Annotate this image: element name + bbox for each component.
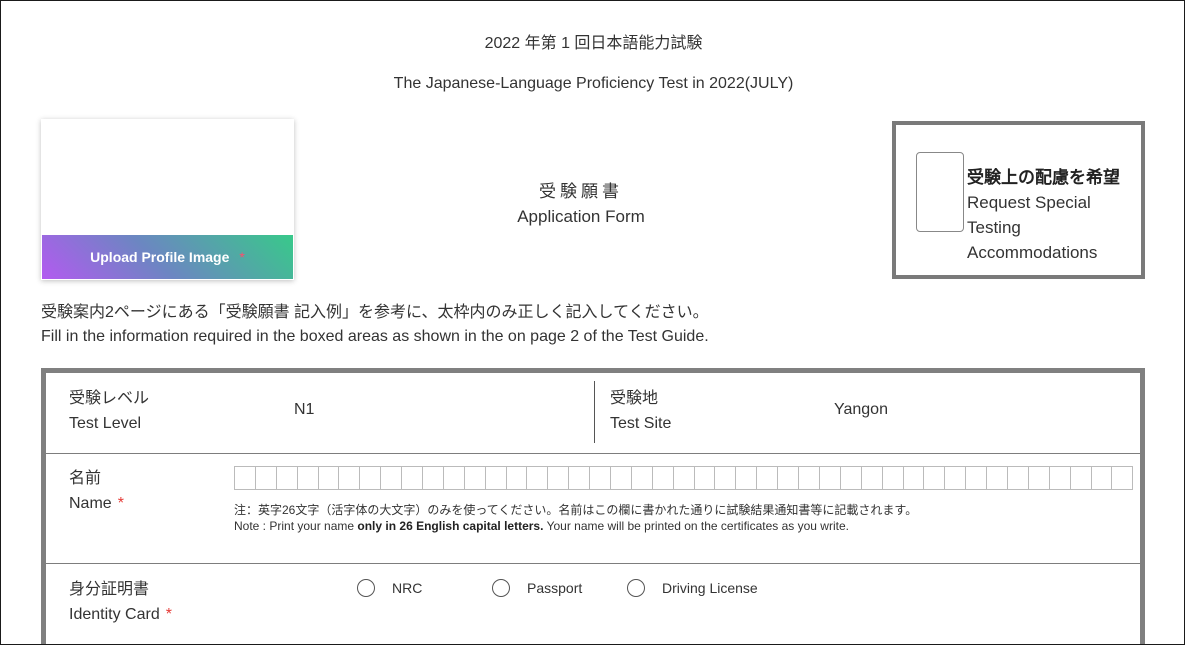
name-char-cell[interactable] bbox=[966, 467, 988, 489]
name-char-cell[interactable] bbox=[443, 467, 465, 489]
accommodations-label-jp: 受験上の配慮を希望 bbox=[967, 168, 1120, 187]
name-char-cell[interactable] bbox=[569, 467, 591, 489]
name-char-cell[interactable] bbox=[590, 467, 612, 489]
name-label: 名前 Name * bbox=[69, 466, 124, 516]
name-char-cell[interactable] bbox=[924, 467, 946, 489]
required-mark: * bbox=[165, 606, 172, 623]
name-note-en-prefix: Note : Print your name bbox=[234, 519, 358, 533]
identity-label-jp: 身分証明書 bbox=[69, 581, 150, 598]
name-char-cell[interactable] bbox=[402, 467, 424, 489]
name-char-cell[interactable] bbox=[423, 467, 444, 489]
name-char-cell[interactable] bbox=[1070, 467, 1092, 489]
upload-profile-image-button[interactable]: Upload Profile Image * bbox=[42, 235, 293, 279]
name-note-en: Note : Print your name only in 26 Englis… bbox=[234, 519, 849, 533]
name-char-cell[interactable] bbox=[799, 467, 820, 489]
name-char-cell[interactable] bbox=[882, 467, 904, 489]
accommodations-label-en-2: Testing bbox=[967, 218, 1021, 237]
name-char-cell[interactable] bbox=[611, 467, 632, 489]
identity-option-passport[interactable]: Passport bbox=[492, 579, 582, 597]
name-label-jp: 名前 bbox=[69, 470, 102, 487]
test-level-value: N1 bbox=[294, 401, 315, 418]
test-level-row: 受験レベル Test Level N1 受験地 Test Site Yangon bbox=[46, 373, 1140, 454]
name-char-cell[interactable] bbox=[1007, 467, 1029, 489]
name-char-cell[interactable] bbox=[276, 467, 298, 489]
name-char-cell[interactable] bbox=[945, 467, 967, 489]
name-note-en-suffix: Your name will be printed on the certifi… bbox=[543, 519, 849, 533]
instructions: 受験案内2ページにある「受験願書 記入例」を参考に、太枠内のみ正しく記入してくだ… bbox=[41, 301, 709, 349]
test-site-label-jp: 受験地 bbox=[610, 390, 659, 407]
name-label-en: Name bbox=[69, 495, 112, 512]
identity-label: 身分証明書 Identity Card * bbox=[69, 577, 172, 627]
name-char-cell[interactable] bbox=[339, 467, 361, 489]
application-form-page: 2022 年第 1 回日本語能力試験 The Japanese-Language… bbox=[0, 0, 1185, 645]
name-char-cell[interactable] bbox=[778, 467, 800, 489]
accommodations-label: 受験上の配慮を希望 Request Special Testing Accomm… bbox=[967, 165, 1120, 265]
accommodations-label-en-1: Request Special bbox=[967, 193, 1091, 212]
required-mark: * bbox=[239, 249, 245, 265]
name-char-cell[interactable] bbox=[903, 467, 925, 489]
name-char-cell[interactable] bbox=[506, 467, 528, 489]
upload-label: Upload Profile Image bbox=[90, 249, 230, 265]
name-char-cell[interactable] bbox=[255, 467, 277, 489]
name-char-cell[interactable] bbox=[631, 467, 653, 489]
name-char-cell[interactable] bbox=[1028, 467, 1050, 489]
test-site-label: 受験地 Test Site bbox=[610, 386, 671, 436]
radio-button[interactable] bbox=[627, 579, 645, 597]
test-level-label-jp: 受験レベル bbox=[69, 390, 150, 407]
radio-label: Passport bbox=[527, 580, 583, 596]
instructions-en: Fill in the information required in the … bbox=[41, 328, 709, 345]
application-table: 受験レベル Test Level N1 受験地 Test Site Yangon… bbox=[41, 368, 1145, 644]
required-mark: * bbox=[117, 495, 124, 512]
name-char-cell[interactable] bbox=[235, 467, 256, 489]
name-char-cell[interactable] bbox=[736, 467, 758, 489]
name-char-cell[interactable] bbox=[360, 467, 382, 489]
radio-button[interactable] bbox=[357, 579, 375, 597]
test-site-value: Yangon bbox=[834, 401, 888, 418]
form-title-jp: 受験願書 bbox=[539, 182, 623, 201]
name-char-cell[interactable] bbox=[318, 467, 340, 489]
name-char-cell[interactable] bbox=[819, 467, 841, 489]
name-char-cell[interactable] bbox=[527, 467, 549, 489]
accommodations-box: 受験上の配慮を希望 Request Special Testing Accomm… bbox=[892, 121, 1145, 279]
name-char-cell[interactable] bbox=[757, 467, 779, 489]
identity-option-nrc[interactable]: NRC bbox=[357, 579, 422, 597]
name-char-cell[interactable] bbox=[694, 467, 716, 489]
test-level-label-en: Test Level bbox=[69, 415, 142, 432]
radio-label: NRC bbox=[392, 580, 423, 596]
name-char-cell[interactable] bbox=[1091, 467, 1113, 489]
name-char-cell[interactable] bbox=[840, 467, 862, 489]
name-char-cell[interactable] bbox=[464, 467, 486, 489]
accommodations-label-en-3: Accommodations bbox=[967, 243, 1098, 262]
name-char-cell[interactable] bbox=[297, 467, 319, 489]
name-char-cell[interactable] bbox=[1112, 467, 1133, 489]
name-char-cell[interactable] bbox=[485, 467, 507, 489]
name-char-cell[interactable] bbox=[715, 467, 737, 489]
name-row: 名前 Name * 注：英字26文字（活字体の大文字）のみを使ってください。名前は… bbox=[46, 454, 1140, 564]
name-char-cell[interactable] bbox=[1049, 467, 1071, 489]
name-input-grid[interactable] bbox=[234, 466, 1133, 490]
radio-button[interactable] bbox=[492, 579, 510, 597]
row-divider bbox=[594, 381, 595, 443]
name-char-cell[interactable] bbox=[987, 467, 1008, 489]
instructions-jp: 受験案内2ページにある「受験願書 記入例」を参考に、太枠内のみ正しく記入してくだ… bbox=[41, 304, 709, 321]
test-level-label: 受験レベル Test Level bbox=[69, 386, 149, 436]
name-char-cell[interactable] bbox=[548, 467, 570, 489]
identity-label-en: Identity Card bbox=[69, 606, 160, 623]
identity-option-driving-license[interactable]: Driving License bbox=[627, 579, 758, 597]
exam-title-jp: 2022 年第 1 回日本語能力試験 bbox=[484, 35, 703, 52]
identity-card-row: 身分証明書 Identity Card * NRC Passport Drivin… bbox=[46, 564, 1140, 644]
form-title: 受験願書 Application Form bbox=[471, 179, 691, 229]
name-char-cell[interactable] bbox=[652, 467, 674, 489]
name-note-en-bold: only in 26 English capital letters. bbox=[357, 519, 544, 533]
profile-photo-card: Upload Profile Image * bbox=[41, 119, 294, 280]
exam-title-en: The Japanese-Language Proficiency Test i… bbox=[393, 75, 794, 92]
name-char-cell[interactable] bbox=[861, 467, 883, 489]
name-note-jp: 注：英字26文字（活字体の大文字）のみを使ってください。名前はこの欄に書かれた通… bbox=[234, 503, 918, 517]
name-char-cell[interactable] bbox=[673, 467, 695, 489]
radio-label: Driving License bbox=[662, 580, 758, 596]
name-char-cell[interactable] bbox=[381, 467, 403, 489]
form-title-en: Application Form bbox=[517, 207, 645, 226]
test-site-label-en: Test Site bbox=[610, 415, 672, 432]
accommodations-checkbox[interactable] bbox=[916, 152, 964, 232]
